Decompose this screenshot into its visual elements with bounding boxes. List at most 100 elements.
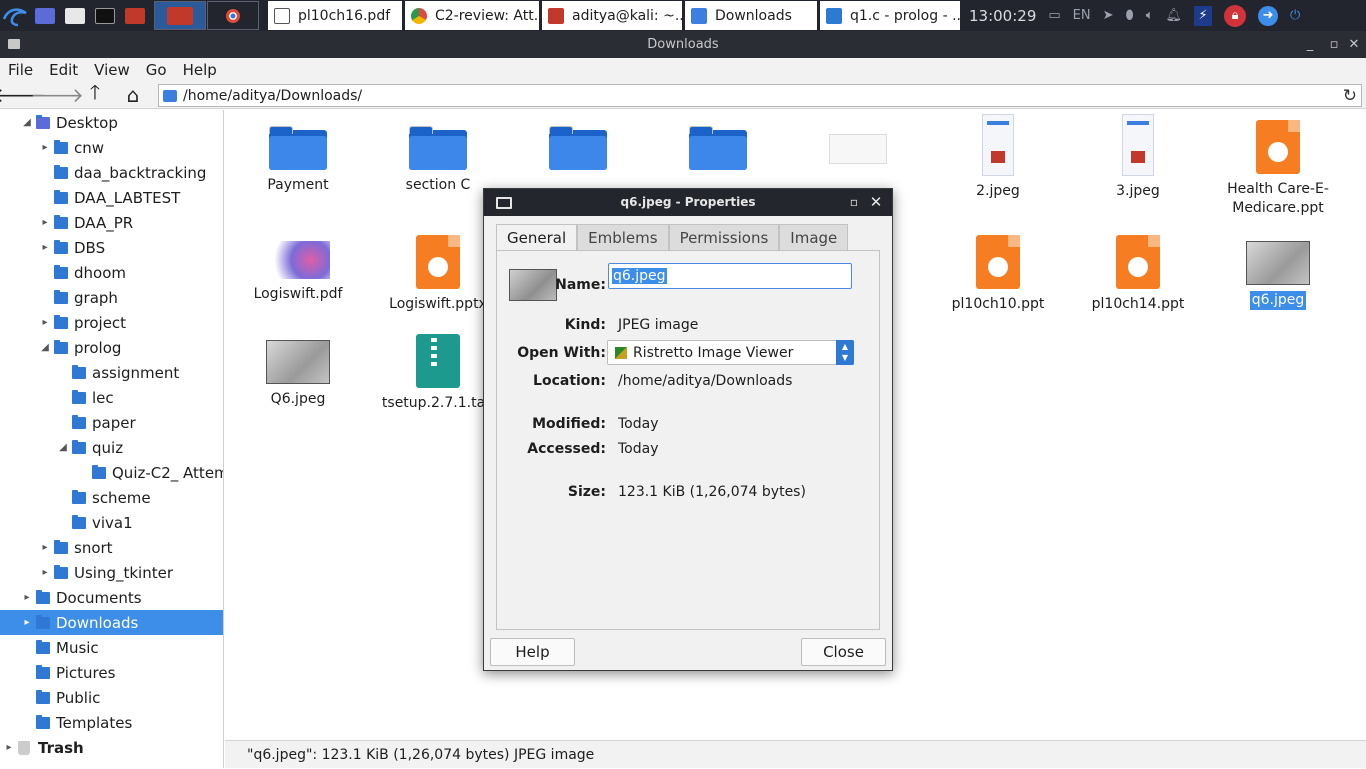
expander-closed-icon[interactable]: ▸ (20, 592, 34, 603)
task-terminal[interactable]: aditya@kali: ~... (542, 1, 682, 30)
volume-icon[interactable]: 🔈︎ (1146, 8, 1154, 23)
workspace-2[interactable] (207, 1, 259, 30)
dialog-close-icon[interactable]: ✕ (868, 189, 884, 216)
expander-closed-icon[interactable]: ▸ (2, 742, 16, 753)
tree-item-graph[interactable]: graph (54, 285, 118, 310)
task-pdf[interactable]: pl10ch16.pdf (268, 1, 402, 30)
tree-item-using-tkinter[interactable]: ▸ Using_tkinter (38, 560, 173, 585)
tree-item-public[interactable]: Public (36, 685, 100, 710)
tree-item-lec[interactable]: lec (72, 385, 114, 410)
close-window-button[interactable]: ✕ (1344, 31, 1364, 58)
forward-button[interactable]: 🡒 (30, 82, 84, 109)
menu-file[interactable]: File (0, 61, 41, 79)
open-with-select[interactable]: Ristretto Image Viewer ▲ ▼ (607, 340, 854, 365)
file-item[interactable]: Q6.jpeg (228, 324, 368, 409)
workspace-1[interactable] (154, 1, 206, 30)
menu-go[interactable]: Go (138, 61, 175, 79)
tree-item-project[interactable]: ▸ project (38, 310, 126, 335)
file-item[interactable]: Health Care-E-Medicare.ppt (1208, 110, 1348, 218)
expander-open-icon[interactable]: ◢ (20, 117, 34, 128)
file-item[interactable]: pl10ch14.ppt (1068, 225, 1208, 314)
tree-item-viva1[interactable]: viva1 (72, 510, 133, 535)
home-button[interactable]: ⌂ (114, 82, 152, 109)
expander-closed-icon[interactable]: ▸ (38, 142, 52, 153)
power-manager-icon[interactable]: ⚡︎ (1194, 5, 1213, 26)
tree-item-dbs[interactable]: ▸ DBS (38, 235, 105, 260)
file-item[interactable] (788, 110, 928, 168)
tree-item-templates[interactable]: Templates (36, 710, 132, 735)
clock[interactable]: 13:00:29 (963, 0, 1043, 31)
maximize-button[interactable]: ▫ (1324, 31, 1344, 58)
tree-item-dhoom[interactable]: dhoom (54, 260, 126, 285)
tree-item-daa-labtest[interactable]: DAA_LABTEST (54, 185, 180, 210)
tree-item-desktop[interactable]: ◢ Desktop (20, 110, 223, 135)
file-item[interactable]: Logiswift.pdf (228, 225, 368, 304)
task-chrome[interactable]: C2-review: Att... (405, 1, 539, 30)
expander-open-icon[interactable]: ◢ (38, 342, 52, 353)
expander-closed-icon[interactable]: ▸ (38, 567, 52, 578)
tab-permissions[interactable]: Permissions (668, 224, 780, 250)
tree-item-daa-backtracking[interactable]: daa_backtracking (54, 160, 206, 185)
tree-item-documents[interactable]: ▸ Documents (20, 585, 141, 610)
task-downloads[interactable]: Downloads (685, 1, 817, 30)
file-manager-icon[interactable] (60, 0, 90, 31)
tab-image[interactable]: Image (779, 224, 849, 250)
tree-item-quiz-c2[interactable]: Quiz-C2_ Attemp (92, 460, 223, 485)
dialog-maximize-icon[interactable]: ▫ (846, 189, 862, 216)
tree-item-scheme[interactable]: scheme (72, 485, 151, 510)
shield-icon[interactable]: ⬮ (1126, 8, 1134, 23)
tree-item-trash[interactable]: ▸ Trash (2, 735, 83, 760)
expander-open-icon[interactable]: ◢ (56, 442, 70, 453)
power-icon[interactable]: ⏻ (1290, 8, 1300, 23)
file-item-selected[interactable]: q6.jpeg (1208, 225, 1348, 310)
expander-closed-icon[interactable]: ▸ (38, 317, 52, 328)
kali-menu-icon[interactable] (0, 0, 30, 31)
file-item[interactable]: 3.jpeg (1068, 110, 1208, 201)
task-vscode[interactable]: q1.c - prolog - ... (820, 1, 960, 30)
terminal-icon[interactable] (90, 0, 120, 31)
file-item[interactable]: pl10ch10.ppt (928, 225, 1068, 314)
expander-closed-icon[interactable]: ▸ (20, 617, 34, 628)
up-button[interactable]: 🡑 (76, 80, 114, 109)
tree-item-pictures[interactable]: Pictures (36, 660, 115, 685)
show-desktop-icon[interactable] (30, 0, 60, 31)
help-button[interactable]: Help (490, 638, 575, 666)
tree-item-prolog[interactable]: ◢ prolog (38, 335, 121, 360)
file-item[interactable]: section C (368, 110, 508, 195)
file-item[interactable]: Payment (228, 110, 368, 195)
name-input[interactable]: q6.jpeg (608, 263, 852, 289)
menu-view[interactable]: View (86, 61, 138, 79)
expander-closed-icon[interactable]: ▸ (38, 542, 52, 553)
tree-item-quiz[interactable]: ◢ quiz (56, 435, 123, 460)
menu-help[interactable]: Help (175, 61, 225, 79)
display-icon[interactable]: ▭ (1048, 8, 1060, 23)
tree-item-snort[interactable]: ▸ snort (38, 535, 112, 560)
tree-item-paper[interactable]: paper (72, 410, 136, 435)
logout-icon[interactable]: ➜ (1258, 5, 1279, 26)
general-panel (496, 250, 880, 630)
close-button[interactable]: Close (801, 638, 886, 666)
tree-item-music[interactable]: Music (36, 635, 99, 660)
minimize-button[interactable]: _ (1300, 31, 1320, 58)
file-item[interactable] (508, 110, 648, 170)
tree-item-daa-pr[interactable]: ▸ DAA_PR (38, 210, 133, 235)
screen-recorder-icon[interactable] (120, 0, 150, 31)
tree-item-assignment[interactable]: assignment (72, 360, 179, 385)
refresh-icon[interactable]: ↻ (1343, 86, 1357, 106)
expander-closed-icon[interactable]: ▸ (38, 217, 52, 228)
window-titlebar[interactable]: Downloads _ ▫ ✕ (0, 31, 1366, 58)
tree-item-cnw[interactable]: ▸ cnw (38, 135, 104, 160)
tree-item-downloads[interactable]: ▸ Downloads (0, 610, 223, 635)
telegram-icon[interactable]: ➤ (1103, 8, 1114, 23)
location-bar[interactable]: /home/aditya/Downloads/ ↻ (158, 84, 1362, 107)
tab-emblems[interactable]: Emblems (577, 224, 669, 250)
keyboard-layout[interactable]: EN (1073, 8, 1091, 23)
dialog-titlebar[interactable]: q6.jpeg - Properties ▫ ✕ (484, 189, 892, 216)
tab-general[interactable]: General (496, 224, 578, 250)
notification-bell-icon[interactable]: 🔔︎ (1166, 8, 1183, 23)
lock-screen-icon[interactable]: 🔒︎ (1224, 4, 1247, 27)
expander-closed-icon[interactable]: ▸ (38, 242, 52, 253)
file-item[interactable]: 2.jpeg (928, 110, 1068, 201)
file-item[interactable] (648, 110, 788, 170)
menu-edit[interactable]: Edit (41, 61, 86, 79)
